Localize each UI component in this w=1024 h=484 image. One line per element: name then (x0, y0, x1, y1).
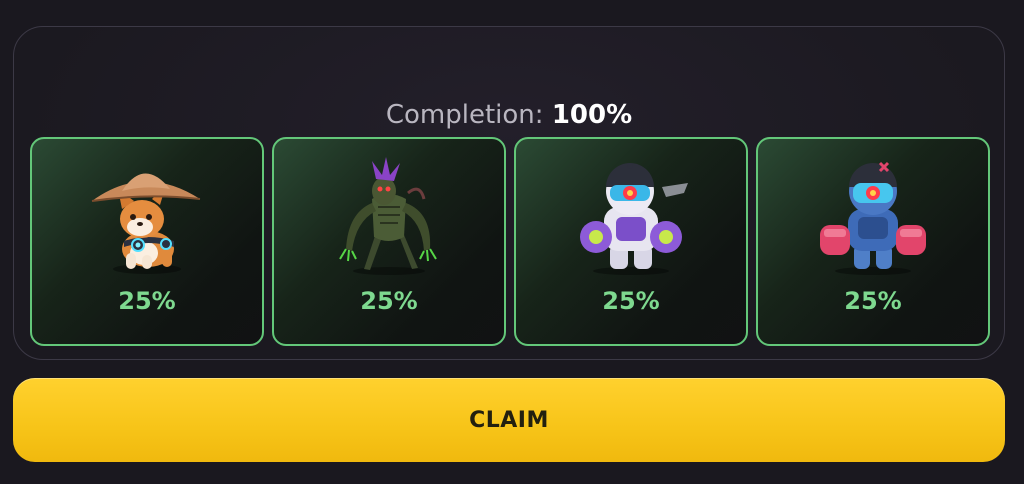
completion-label: Completion: (385, 100, 544, 130)
card-percentage: 25% (602, 287, 660, 315)
character-card[interactable]: 25% (272, 137, 506, 346)
character-cards: 25% 25% 25% 25% (30, 137, 990, 346)
alien-creature-character-image (324, 153, 454, 278)
purple-robot-character-image (566, 153, 696, 278)
shiba-dog-character-image (82, 153, 212, 278)
character-card[interactable]: 25% (756, 137, 990, 346)
card-percentage: 25% (360, 287, 418, 315)
character-card[interactable]: 25% (30, 137, 264, 346)
claim-button[interactable]: CLAIM (13, 378, 1005, 462)
blue-red-robot-character-image (808, 153, 938, 278)
card-percentage: 25% (118, 287, 176, 315)
card-percentage: 25% (844, 287, 902, 315)
completion-value: 100% (551, 100, 633, 130)
character-card[interactable]: 25% (514, 137, 748, 346)
completion-status: Completion: 100% (14, 99, 1004, 131)
